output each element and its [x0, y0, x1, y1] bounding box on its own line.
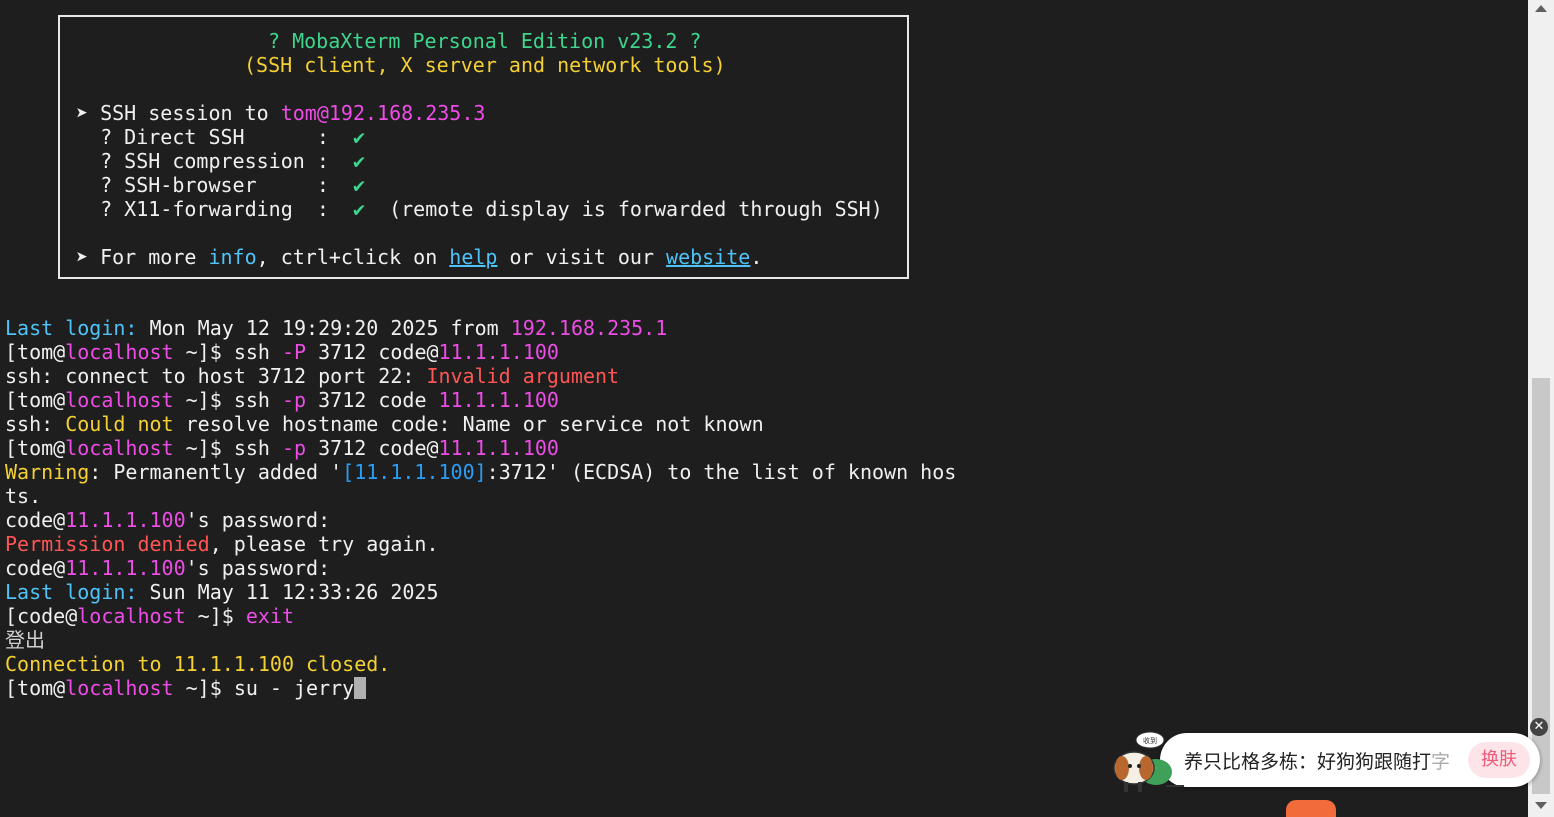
terminal-line: Warning: Permanently added '[11.1.1.100]… [5, 460, 957, 484]
beagle-mascot-icon: 收到 [1113, 731, 1184, 792]
terminal-line: [code@localhost ~]$ exit [5, 604, 295, 628]
check-icon: ✔ [352, 173, 365, 197]
bullet-icon: ➤ [76, 101, 89, 125]
terminal-line: [tom@localhost ~]$ ssh -p 3712 code@11.1… [5, 436, 559, 460]
terminal-line: 登出 [5, 628, 45, 652]
close-icon[interactable]: ✕ [1530, 718, 1548, 736]
ime-toolbar: 养只比格多栋：好狗狗跟随打字 换肤 [1160, 733, 1540, 787]
feature-x11-forwarding: ? X11-forwarding : ✔ (remote display is … [76, 197, 883, 221]
bullet-icon: ➤ [76, 245, 89, 269]
feature-ssh-browser: ? SSH-browser : ✔ [76, 173, 365, 197]
terminal-line: [tom@localhost ~]$ ssh -P 3712 code@11.1… [5, 340, 559, 364]
terminal-line: [tom@localhost ~]$ ssh -p 3712 code 11.1… [5, 388, 559, 412]
command-input[interactable]: su - jerry [234, 676, 354, 700]
text-cursor [354, 677, 367, 699]
terminal-line: Last login: Mon May 12 19:29:20 2025 fro… [5, 316, 668, 340]
session-target: tom@192.168.235.3 [280, 101, 486, 125]
website-link[interactable]: website [666, 245, 750, 269]
help-link[interactable]: help [449, 245, 497, 269]
session-line: ➤ SSH session to tom@192.168.235.3 [76, 101, 486, 125]
check-icon: ✔ [352, 197, 365, 221]
terminal-line: Last login: Sun May 11 12:33:26 2025 [5, 580, 439, 604]
terminal-line: ssh: Could not resolve hostname code: Na… [5, 412, 764, 436]
skin-button[interactable]: 换肤 [1468, 742, 1530, 778]
terminal-line: Connection to 11.1.1.100 closed. [5, 652, 391, 676]
check-icon: ✔ [352, 149, 365, 173]
terminal-line: ssh: connect to host 3712 port 22: Inval… [5, 364, 620, 388]
terminal-input-line[interactable]: [tom@localhost ~]$ su - jerry [5, 676, 367, 700]
feature-direct-ssh: ? Direct SSH : ✔ [76, 125, 365, 149]
vertical-scrollbar[interactable] [1528, 0, 1554, 817]
scroll-up-icon[interactable] [1535, 5, 1547, 12]
terminal-line: code@11.1.1.100's password: [5, 508, 331, 532]
scroll-down-icon[interactable] [1535, 802, 1547, 809]
taskbar-fragment [1286, 800, 1336, 817]
ime-candidate-text: 养只比格多栋：好狗狗跟随打字 [1184, 751, 1451, 773]
feature-ssh-compression: ? SSH compression : ✔ [76, 149, 365, 173]
check-icon: ✔ [352, 125, 365, 149]
info-line: ➤ For more info, ctrl+click on help or v… [76, 245, 763, 269]
mascot-badge: 收到 [1143, 736, 1157, 745]
welcome-banner: ? MobaXterm Personal Edition v23.2 ? (SS… [58, 15, 909, 279]
banner-title: ? MobaXterm Personal Edition v23.2 ? [268, 29, 702, 53]
terminal-line: code@11.1.1.100's password: [5, 556, 331, 580]
banner-subtitle: (SSH client, X server and network tools) [244, 53, 726, 77]
terminal-line: ts. [5, 484, 42, 508]
terminal-line: Permission denied, please try again. [5, 532, 439, 556]
